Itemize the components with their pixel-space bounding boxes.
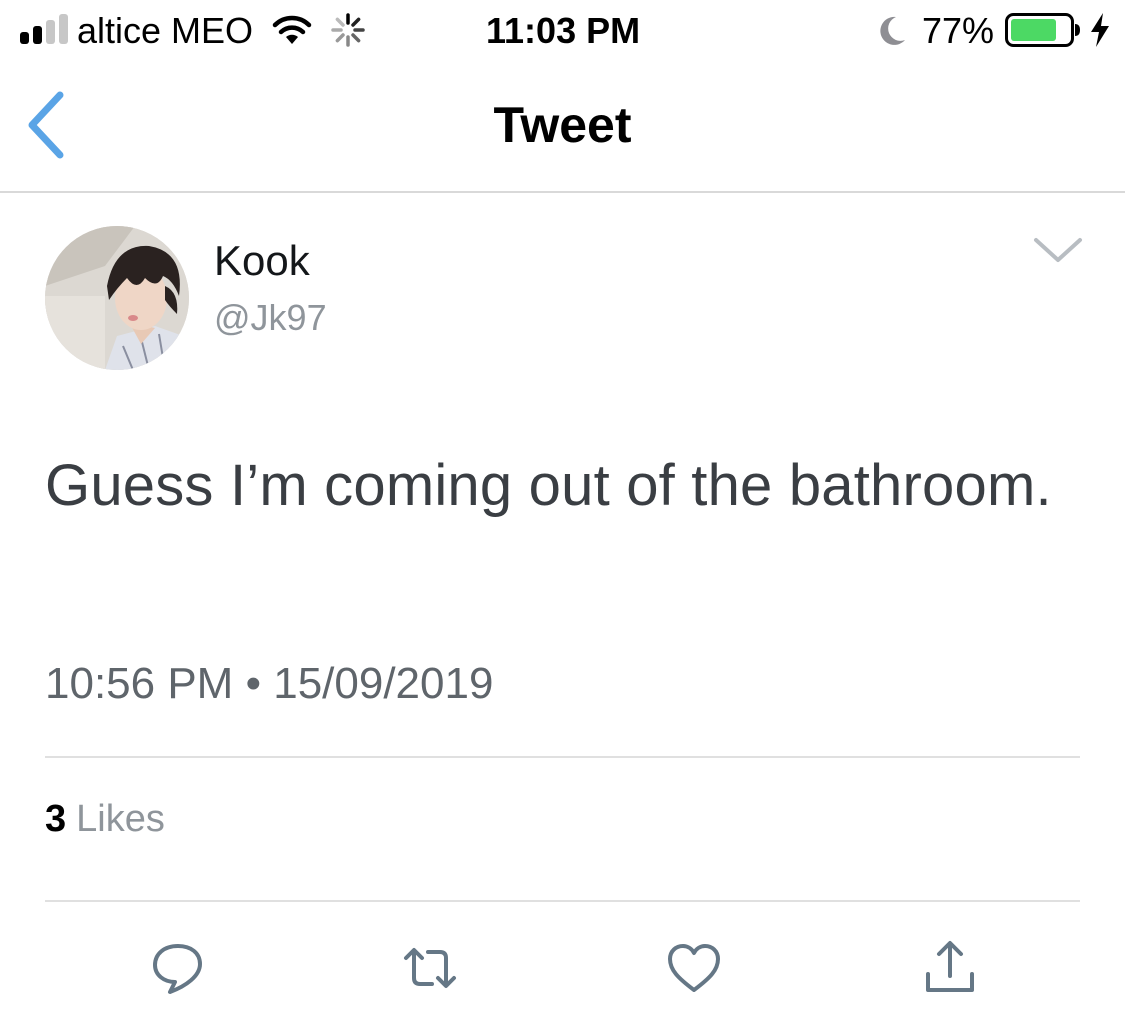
divider (45, 900, 1080, 902)
signal-icon (20, 14, 70, 44)
activity-spinner-icon (331, 13, 365, 47)
tweet-detail-screen: altice MEO 11:03 PM 77% Tweet Kook @Jk97… (0, 0, 1125, 1022)
tweet-timestamp: 10:56 PM • 15/09/2019 (45, 656, 493, 712)
timestamp-separator: • (245, 659, 261, 708)
moon-icon (880, 16, 905, 45)
retweet-icon (404, 948, 456, 988)
share-icon (926, 941, 974, 992)
battery-icon (1005, 13, 1080, 47)
tweet-text: Guess I’m coming out of the bathroom. (45, 453, 1052, 518)
reply-button[interactable] (148, 938, 208, 998)
avatar[interactable] (45, 226, 189, 370)
display-name[interactable]: Kook (214, 236, 310, 286)
status-bar: altice MEO 11:03 PM 77% (0, 0, 1125, 62)
carrier-name: altice MEO (77, 10, 254, 51)
page-title: Tweet (493, 97, 632, 153)
reply-bubble-icon (153, 944, 202, 994)
retweet-button[interactable] (400, 938, 460, 998)
navigation-bar: Tweet (0, 62, 1125, 193)
battery-percentage: 77% (922, 10, 995, 51)
wifi-icon (272, 15, 312, 44)
avatar-image (45, 226, 189, 370)
likes-stat[interactable]: 3 Likes (45, 796, 165, 842)
tweet-date: 15/09/2019 (273, 659, 494, 708)
status-time: 11:03 PM (486, 10, 641, 51)
share-button[interactable] (920, 938, 980, 998)
tweet-time: 10:56 PM (45, 659, 234, 708)
likes-label: Likes (76, 798, 165, 840)
charging-bolt-icon (1091, 13, 1109, 47)
divider (45, 756, 1080, 758)
like-button[interactable] (664, 938, 724, 998)
user-handle[interactable]: @Jk97 (214, 296, 327, 340)
likes-count: 3 (45, 798, 67, 840)
heart-icon (668, 944, 720, 992)
chevron-down-icon[interactable] (1030, 232, 1086, 268)
